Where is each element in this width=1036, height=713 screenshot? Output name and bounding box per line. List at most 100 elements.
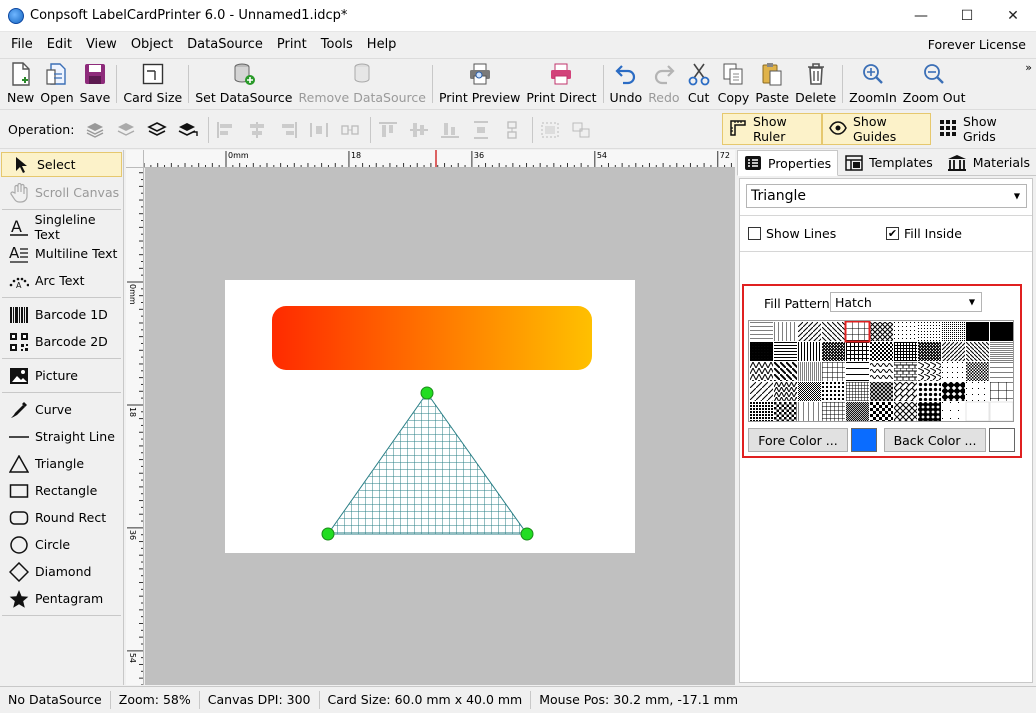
hatch-pattern-swatch[interactable] xyxy=(870,382,893,401)
hatch-pattern-swatch[interactable] xyxy=(846,382,869,401)
tool-circle[interactable]: Circle xyxy=(0,531,123,558)
hatch-pattern-swatch[interactable] xyxy=(846,402,869,421)
align-left-icon[interactable] xyxy=(215,119,237,141)
fill-inside-option[interactable]: ✔ Fill Inside xyxy=(886,226,962,241)
new-button[interactable]: New xyxy=(4,59,37,109)
hatch-pattern-swatch[interactable] xyxy=(822,322,845,341)
hatch-pattern-swatch[interactable] xyxy=(750,402,773,421)
hatch-pattern-swatch[interactable] xyxy=(966,322,989,341)
redo-button[interactable]: Redo xyxy=(645,59,682,109)
same-width-icon[interactable] xyxy=(339,119,361,141)
hatch-pattern-swatch[interactable] xyxy=(894,322,917,341)
bring-to-front-icon[interactable] xyxy=(84,119,106,141)
hatch-pattern-swatch[interactable] xyxy=(990,382,1013,401)
hatch-pattern-swatch[interactable] xyxy=(750,362,773,381)
copy-button[interactable]: Copy xyxy=(715,59,753,109)
hatch-pattern-swatch[interactable] xyxy=(942,342,965,361)
hatch-pattern-swatch[interactable] xyxy=(798,342,821,361)
hatch-pattern-swatch[interactable] xyxy=(989,401,1014,422)
hatch-pattern-swatch[interactable] xyxy=(798,362,821,381)
print-direct-button[interactable]: Print Direct xyxy=(523,59,599,109)
selection-handle[interactable] xyxy=(321,527,335,541)
fore-color-swatch[interactable] xyxy=(851,428,877,452)
label-card[interactable] xyxy=(225,280,635,553)
hatch-pattern-swatch[interactable] xyxy=(990,322,1013,341)
distribute-vertical-icon[interactable] xyxy=(470,119,492,141)
tab-properties[interactable]: Properties xyxy=(737,150,839,176)
tool-picture[interactable]: Picture xyxy=(0,362,123,389)
hatch-pattern-swatch[interactable] xyxy=(894,362,917,381)
align-center-icon[interactable] xyxy=(246,119,268,141)
menu-edit[interactable]: Edit xyxy=(40,32,79,58)
tool-triangle[interactable]: Triangle xyxy=(0,450,123,477)
set-datasource-button[interactable]: Set DataSource xyxy=(192,59,295,109)
same-height-icon[interactable] xyxy=(501,119,523,141)
tab-templates[interactable]: Templates xyxy=(838,150,940,175)
hatch-pattern-swatch[interactable] xyxy=(822,362,845,381)
hatch-pattern-swatch[interactable] xyxy=(846,362,869,381)
hatch-pattern-swatch[interactable] xyxy=(918,362,941,381)
hatch-pattern-swatch[interactable] xyxy=(750,342,773,361)
show-grids-toggle[interactable]: Show Grids xyxy=(933,113,1033,145)
card-size-button[interactable]: Card Size xyxy=(120,59,185,109)
vertical-ruler[interactable]: 0mm 18 36 54 xyxy=(126,168,144,685)
close-button[interactable]: ✕ xyxy=(990,0,1036,32)
tool-singleline-text[interactable]: A Singleline Text xyxy=(0,212,123,242)
menu-object[interactable]: Object xyxy=(124,32,180,58)
hatch-pattern-swatch[interactable] xyxy=(870,402,893,421)
design-canvas[interactable] xyxy=(145,168,735,685)
menu-help[interactable]: Help xyxy=(360,32,404,58)
send-to-back-icon[interactable] xyxy=(177,119,199,141)
tool-barcode-1d[interactable]: Barcode 1D xyxy=(0,301,123,328)
hatch-pattern-swatch[interactable] xyxy=(965,401,990,422)
hatch-pattern-swatch[interactable] xyxy=(846,322,869,341)
bring-forward-icon[interactable] xyxy=(115,119,137,141)
toolbar-overflow-button[interactable]: » xyxy=(1025,61,1032,74)
zoom-out-button[interactable]: Zoom Out xyxy=(900,59,969,109)
hatch-pattern-swatch[interactable] xyxy=(822,402,845,421)
hatch-pattern-swatch[interactable] xyxy=(822,342,845,361)
menu-tools[interactable]: Tools xyxy=(314,32,360,58)
menu-view[interactable]: View xyxy=(79,32,124,58)
undo-button[interactable]: Undo xyxy=(607,59,646,109)
remove-datasource-button[interactable]: Remove DataSource xyxy=(296,59,429,109)
hatch-pattern-swatch[interactable] xyxy=(990,342,1013,361)
hatch-pattern-swatch[interactable] xyxy=(774,362,797,381)
maximize-button[interactable]: ☐ xyxy=(944,0,990,32)
hatch-pattern-swatch[interactable] xyxy=(798,402,821,421)
object-type-dropdown[interactable]: Triangle ▼ xyxy=(746,184,1027,208)
hatch-pattern-swatch[interactable] xyxy=(942,382,965,401)
hatch-pattern-swatch[interactable] xyxy=(798,382,821,401)
selection-handle[interactable] xyxy=(420,386,434,400)
hatch-pattern-grid[interactable] xyxy=(748,320,1014,422)
hatch-pattern-swatch[interactable] xyxy=(966,342,989,361)
hatch-pattern-swatch[interactable] xyxy=(774,322,797,341)
save-button[interactable]: Save xyxy=(77,59,114,109)
delete-button[interactable]: Delete xyxy=(792,59,839,109)
hatch-pattern-swatch[interactable] xyxy=(870,362,893,381)
tool-diamond[interactable]: Diamond xyxy=(0,558,123,585)
hatch-pattern-swatch[interactable] xyxy=(966,382,989,401)
hatch-pattern-swatch[interactable] xyxy=(798,322,821,341)
hatch-pattern-swatch[interactable] xyxy=(750,382,773,401)
ungroup-icon[interactable] xyxy=(570,119,592,141)
hatch-pattern-swatch[interactable] xyxy=(822,382,845,401)
hatch-pattern-swatch[interactable] xyxy=(942,402,965,421)
tool-pentagram[interactable]: Pentagram xyxy=(0,585,123,612)
back-color-button[interactable]: Back Color ... xyxy=(884,428,986,452)
align-middle-icon[interactable] xyxy=(408,119,430,141)
hatch-pattern-swatch[interactable] xyxy=(774,382,797,401)
tool-barcode-2d[interactable]: Barcode 2D xyxy=(0,328,123,355)
hatch-pattern-swatch[interactable] xyxy=(774,342,797,361)
hatch-pattern-swatch[interactable] xyxy=(894,382,917,401)
cut-button[interactable]: Cut xyxy=(683,59,715,109)
send-backward-icon[interactable] xyxy=(146,119,168,141)
tool-round-rect[interactable]: Round Rect xyxy=(0,504,123,531)
hatch-pattern-swatch[interactable] xyxy=(894,402,917,421)
print-preview-button[interactable]: Print Preview xyxy=(436,59,523,109)
hatch-pattern-swatch[interactable] xyxy=(918,322,941,341)
tool-straight-line[interactable]: Straight Line xyxy=(0,423,123,450)
tool-multiline-text[interactable]: A Multiline Text xyxy=(0,240,123,267)
fill-inside-checkbox[interactable]: ✔ xyxy=(886,227,899,240)
menu-file[interactable]: File xyxy=(4,32,40,58)
